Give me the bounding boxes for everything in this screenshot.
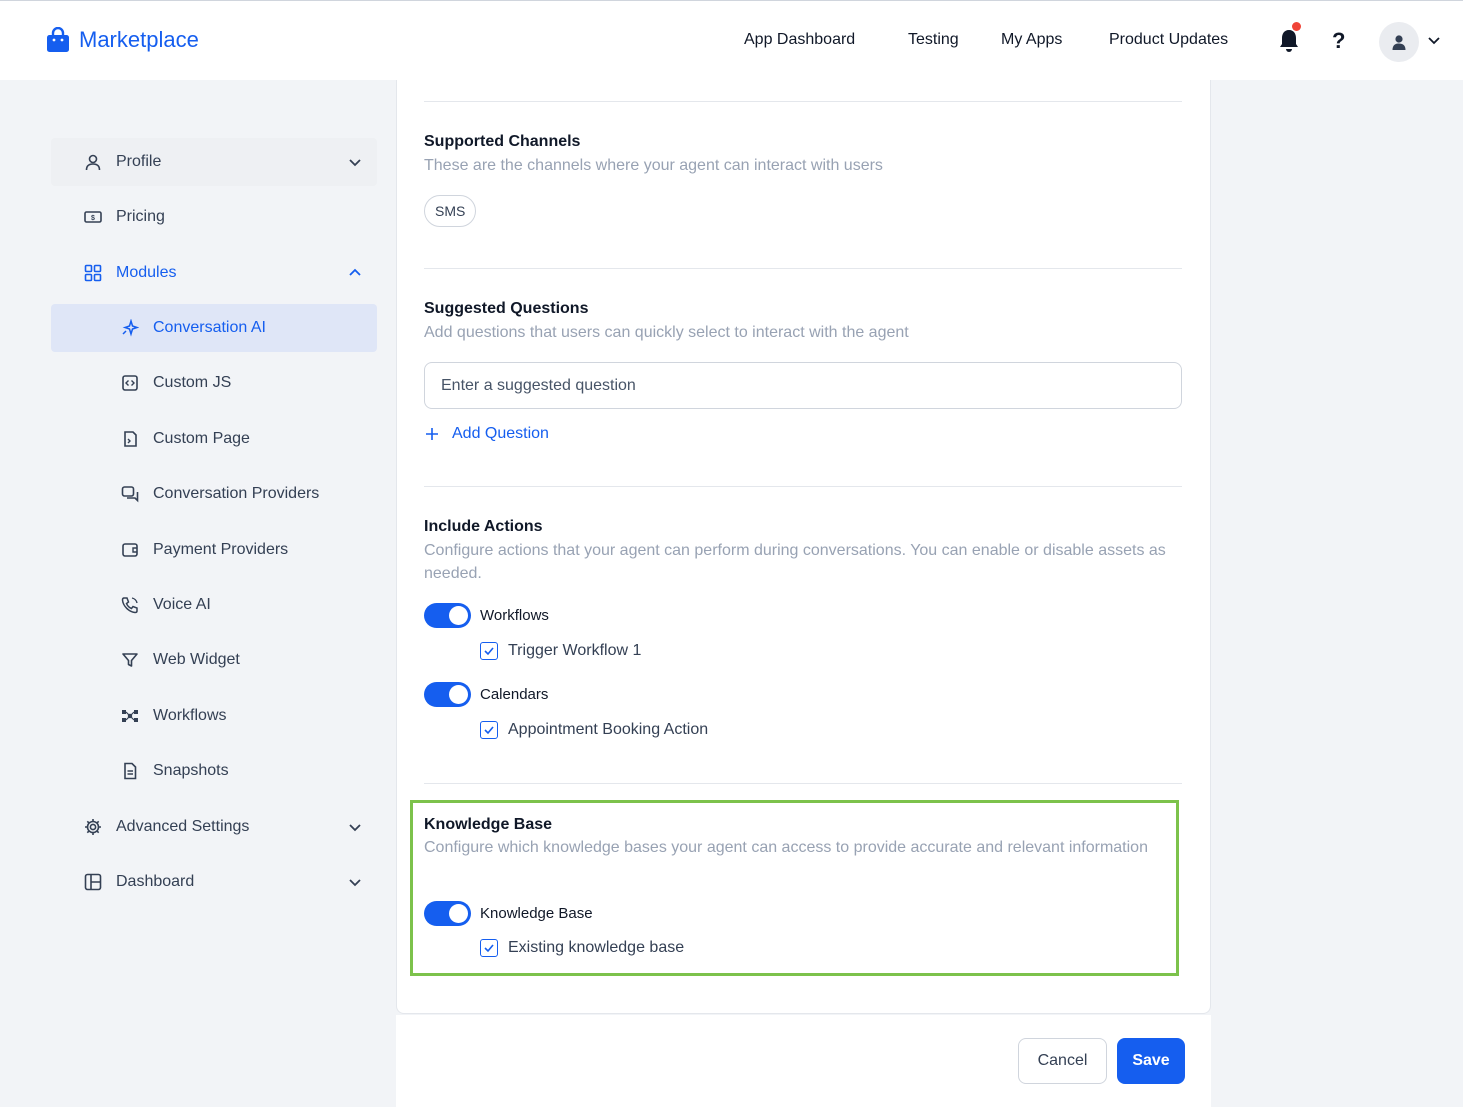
workflow-icon: [122, 710, 138, 722]
sidebar-item-label: Conversation Providers: [153, 485, 320, 502]
sidebar-item-label: Snapshots: [153, 762, 229, 779]
chevron-down-icon: [349, 824, 361, 832]
section-desc-channels: These are the channels where your agent …: [424, 157, 883, 174]
page-icon: [124, 431, 137, 447]
sidebar-item-snapshots[interactable]: Snapshots: [51, 747, 377, 795]
checkbox-appointment-booking[interactable]: [480, 721, 498, 739]
cancel-button[interactable]: Cancel: [1018, 1038, 1107, 1084]
sidebar-item-label: Advanced Settings: [116, 818, 250, 835]
checkbox-label: Appointment Booking Action: [508, 721, 709, 738]
checkbox-label: Trigger Workflow 1: [508, 642, 642, 659]
sidebar-item-label: Voice AI: [153, 596, 211, 613]
nav-testing[interactable]: Testing: [908, 31, 959, 49]
section-title-knowledge: Knowledge Base: [424, 816, 553, 833]
wallet-icon: [122, 543, 138, 557]
sidebar-item-custom-page[interactable]: Custom Page: [51, 415, 377, 463]
top-bar: Marketplace App Dashboard Testing My App…: [0, 0, 1463, 80]
help-icon[interactable]: ?: [1332, 28, 1345, 54]
divider: [424, 783, 1182, 784]
checkbox-existing-knowledge[interactable]: [480, 939, 498, 957]
chevron-down-icon[interactable]: [1425, 31, 1443, 49]
sidebar-item-profile[interactable]: Profile: [51, 138, 377, 186]
filter-icon: [122, 653, 138, 667]
check-icon: [484, 944, 494, 953]
notification-dot: [1292, 22, 1301, 31]
sidebar-item-pricing[interactable]: $ Pricing: [51, 193, 377, 241]
chevron-down-icon: [349, 879, 361, 887]
section-desc-actions: Configure actions that your agent can pe…: [424, 542, 1166, 582]
document-icon: [124, 762, 137, 780]
add-question-label: Add Question: [452, 425, 549, 442]
sidebar-item-workflows[interactable]: Workflows: [51, 692, 377, 740]
check-icon: [484, 726, 494, 735]
sidebar-item-label: Conversation AI: [153, 319, 266, 336]
sidebar-item-dashboard[interactable]: Dashboard: [51, 858, 377, 906]
user-avatar-icon: [1392, 35, 1406, 50]
chevron-down-icon: [349, 159, 361, 167]
toggle-calendars[interactable]: [424, 682, 471, 707]
sidebar-item-modules[interactable]: Modules: [51, 249, 377, 297]
section-title-actions: Include Actions: [424, 518, 543, 535]
checkbox-label: Existing knowledge base: [508, 939, 685, 956]
chevron-up-icon: [349, 268, 361, 276]
divider: [424, 486, 1182, 487]
sidebar-item-label: Custom JS: [153, 374, 232, 391]
sidebar-item-conversation-providers[interactable]: Conversation Providers: [51, 470, 377, 518]
toggle-label-calendars: Calendars: [480, 686, 549, 703]
gear-icon: [85, 819, 101, 835]
sidebar-item-label: Payment Providers: [153, 541, 289, 558]
svg-text:$: $: [91, 215, 95, 222]
divider: [424, 101, 1182, 102]
sidebar-item-advanced-settings[interactable]: Advanced Settings: [51, 803, 377, 851]
plus-icon: [426, 428, 438, 440]
checkbox-trigger-workflow[interactable]: [480, 642, 498, 660]
check-icon: [484, 647, 494, 656]
section-desc-knowledge: Configure which knowledge bases your age…: [424, 839, 1148, 856]
toggle-workflows[interactable]: [424, 603, 471, 628]
section-desc-questions: Add questions that users can quickly sel…: [424, 324, 909, 341]
toggle-knowledge-base[interactable]: [424, 901, 471, 926]
layout-icon: [84, 873, 102, 891]
toggle-label-knowledge: Knowledge Base: [480, 905, 593, 922]
nav-app-dashboard[interactable]: App Dashboard: [744, 31, 855, 49]
sidebar-item-payment-providers[interactable]: Payment Providers: [51, 526, 377, 574]
shopping-bag-icon: [47, 27, 69, 52]
money-icon: $: [84, 211, 102, 223]
sidebar-item-voice-ai[interactable]: Voice AI: [51, 581, 377, 629]
add-question-button[interactable]: Add Question: [424, 425, 549, 443]
avatar[interactable]: [1379, 22, 1419, 62]
section-title-questions: Suggested Questions: [424, 300, 589, 317]
toggle-label-workflows: Workflows: [480, 607, 549, 624]
code-icon: [122, 375, 138, 391]
sparkle-icon: [122, 319, 139, 337]
brand-logo[interactable]: Marketplace: [46, 27, 199, 53]
sidebar-item-label: Dashboard: [116, 873, 195, 890]
nav-product-updates[interactable]: Product Updates: [1109, 31, 1228, 49]
chat-icon: [121, 486, 139, 503]
sidebar-item-conversation-ai[interactable]: Conversation AI: [51, 304, 377, 352]
sidebar-item-label: Profile: [116, 153, 162, 170]
sidebar-item-label: Pricing: [116, 208, 165, 225]
section-title-channels: Supported Channels: [424, 133, 581, 150]
sidebar-item-custom-js[interactable]: Custom JS: [51, 359, 377, 407]
user-icon: [85, 154, 101, 171]
sidebar-item-label: Web Widget: [153, 651, 240, 668]
brand-name: Marketplace: [79, 27, 199, 52]
sidebar-item-web-widget[interactable]: Web Widget: [51, 636, 377, 684]
divider: [424, 268, 1182, 269]
save-button[interactable]: Save: [1117, 1038, 1185, 1084]
sidebar-item-label: Modules: [116, 264, 177, 281]
grid-icon: [84, 264, 102, 282]
sidebar-item-label: Workflows: [153, 707, 227, 724]
bell-icon[interactable]: [1278, 28, 1300, 54]
suggested-question-input[interactable]: [424, 362, 1182, 409]
channel-chip-sms: SMS: [424, 195, 477, 227]
phone-icon: [121, 597, 138, 614]
sidebar-item-label: Custom Page: [153, 430, 250, 447]
nav-my-apps[interactable]: My Apps: [1001, 31, 1062, 49]
